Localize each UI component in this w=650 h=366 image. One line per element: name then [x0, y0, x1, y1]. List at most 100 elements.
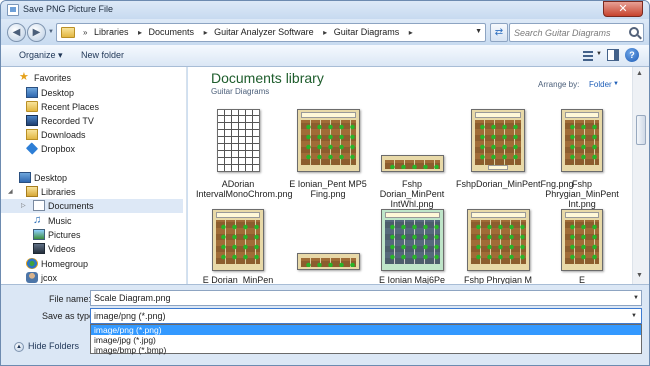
diagram-header: [216, 212, 260, 218]
nav-item-jcox[interactable]: jcox: [1, 271, 183, 284]
desktop-icon: [19, 172, 31, 183]
library-subtitle: Guitar Diagrams: [211, 87, 270, 96]
command-bar: Organize ▾ New folder ▼ ?: [1, 45, 649, 67]
nav-item-label: Homegroup: [41, 259, 89, 269]
hide-folders-button[interactable]: ▲ Hide Folders: [14, 341, 79, 352]
chevron-up-icon: ▲: [14, 341, 24, 352]
refresh-button[interactable]: ⇄: [490, 23, 508, 42]
breadcrumb-item[interactable]: Documents: [149, 27, 195, 37]
nav-item-downloads[interactable]: Downloads: [1, 128, 183, 142]
file-list-pane: Documents library Guitar Diagrams Arrang…: [188, 67, 632, 284]
help-button[interactable]: ?: [625, 48, 639, 62]
new-folder-button[interactable]: New folder: [81, 50, 124, 60]
preview-pane-button[interactable]: [607, 49, 619, 61]
chevron-right-icon[interactable]: ▸: [138, 28, 142, 37]
save-type-label: Save as type:: [42, 311, 97, 321]
breadcrumb-item[interactable]: Libraries: [94, 27, 129, 37]
nav-item-desktop[interactable]: Desktop: [1, 86, 183, 100]
file-item[interactable]: Fshp Phrygian M: [456, 209, 540, 284]
nav-item-label: Pictures: [48, 230, 81, 240]
address-row: ◀ ▶ ▼ » Libraries ▸ Documents ▸ Guitar A…: [1, 19, 649, 45]
search-input[interactable]: [514, 26, 624, 40]
nav-item-label: Desktop: [34, 173, 68, 183]
file-name-dropdown-icon[interactable]: ▼: [633, 295, 639, 301]
diagram-header: [565, 212, 599, 218]
save-type-option[interactable]: image/bmp (*.bmp): [91, 345, 641, 355]
file-item[interactable]: E Ionian_Pent MP5 Fing.png: [286, 109, 370, 199]
save-type-option[interactable]: image/png (*.png): [91, 325, 641, 335]
vertical-scrollbar[interactable]: ▲ ▼: [632, 67, 649, 284]
chevron-right-icon[interactable]: ▸: [204, 28, 208, 37]
chevron-right-icon[interactable]: ▸: [323, 28, 327, 37]
file-name-field[interactable]: [90, 290, 642, 306]
nav-item-videos[interactable]: Videos: [1, 242, 183, 256]
file-name: ADorian IntervalMonoChrom.png: [196, 179, 293, 199]
arrange-by-dropdown[interactable]: Folder: [589, 80, 612, 89]
nav-item-libraries[interactable]: ◢ Libraries: [1, 185, 183, 199]
nav-item-dropbox[interactable]: Dropbox: [1, 142, 183, 156]
file-item[interactable]: E: [540, 209, 624, 284]
save-type-select[interactable]: image/png (*.png) ▼: [90, 308, 642, 324]
arrow-left-icon: ◀: [12, 27, 21, 38]
change-view-button[interactable]: ▼: [581, 49, 603, 63]
chevron-right-icon[interactable]: ▸: [409, 28, 413, 37]
music-icon: ♫: [33, 214, 42, 226]
file-item[interactable]: [286, 209, 370, 284]
file-name: Fshp Phrygian_MinPent Int.png: [545, 179, 619, 209]
address-bar[interactable]: » Libraries ▸ Documents ▸ Guitar Analyze…: [56, 23, 486, 42]
address-dropdown-icon[interactable]: ▼: [475, 28, 482, 35]
breadcrumb-item[interactable]: Guitar Diagrams: [334, 27, 400, 37]
nav-item-favorites[interactable]: ★ Favorites: [1, 71, 183, 85]
nav-item-recent-places[interactable]: Recent Places: [1, 100, 183, 114]
file-thumbnail: [467, 209, 530, 271]
file-item[interactable]: FshpDorian_MinPentFng.png: [456, 109, 574, 199]
collapse-triangle-icon[interactable]: ◢: [8, 188, 13, 195]
diagram-header: [475, 112, 521, 118]
diagram-header: [385, 212, 440, 218]
back-button[interactable]: ◀: [7, 23, 26, 42]
tv-icon: [26, 115, 38, 126]
file-item[interactable]: Fshp Dorian_MinPent IntWhl.png: [370, 109, 454, 209]
search-icon[interactable]: [629, 27, 639, 37]
file-name: E Dorian_MinPen: [202, 275, 274, 284]
nav-item-recorded-tv[interactable]: Recorded TV: [1, 114, 183, 128]
file-item[interactable]: E Ionian Maj6Pe: [370, 209, 454, 284]
organize-button[interactable]: Organize ▾: [19, 50, 63, 61]
nav-item-documents[interactable]: ▷ Documents: [1, 199, 183, 213]
diagram-header: [471, 212, 526, 218]
close-button[interactable]: ✕: [603, 1, 643, 17]
chevron-down-icon[interactable]: ▼: [613, 81, 619, 87]
search-box[interactable]: [509, 23, 644, 42]
file-thumbnail: [297, 253, 360, 270]
file-item[interactable]: ADorian IntervalMonoChrom.png: [196, 109, 293, 199]
nav-item-homegroup[interactable]: Homegroup: [1, 257, 183, 271]
recent-places-icon: [26, 101, 38, 112]
downloads-icon: [26, 129, 38, 140]
file-item[interactable]: Fshp Phrygian_MinPent Int.png: [540, 109, 624, 209]
forward-button[interactable]: ▶: [27, 23, 46, 42]
breadcrumb-item[interactable]: Guitar Analyzer Software: [214, 27, 314, 37]
nav-item-desktop-root[interactable]: Desktop: [1, 171, 183, 185]
diagram-footer: [487, 165, 509, 170]
scroll-up-icon[interactable]: ▲: [636, 70, 643, 77]
nav-item-label: Recorded TV: [41, 116, 94, 126]
chevron-down-icon[interactable]: ▼: [631, 313, 637, 319]
file-thumbnail: [381, 209, 444, 271]
chevron-right-icon[interactable]: »: [83, 28, 87, 37]
file-thumbnail: [381, 155, 444, 172]
nav-item-pictures[interactable]: Pictures: [1, 228, 183, 242]
nav-item-label: Recent Places: [41, 102, 100, 112]
save-type-option[interactable]: image/jpg (*.jpg): [91, 335, 641, 345]
expand-triangle-icon[interactable]: ▷: [21, 202, 26, 209]
navigation-pane: ★ Favorites Desktop Recent Places Record…: [1, 67, 187, 284]
nav-item-music[interactable]: ♫ Music: [1, 214, 183, 228]
recent-pages-dropdown[interactable]: ▼: [48, 29, 54, 35]
file-name: Fshp Phrygian M: [463, 275, 533, 284]
scrollbar-thumb[interactable]: [636, 115, 646, 145]
picture-file-icon: [7, 4, 19, 16]
nav-item-label: Favorites: [34, 73, 72, 83]
file-item[interactable]: E Dorian_MinPen: [196, 209, 280, 284]
scroll-down-icon[interactable]: ▼: [636, 272, 643, 279]
file-thumbnail: [217, 109, 260, 172]
file-name-label: File name:: [49, 294, 92, 304]
